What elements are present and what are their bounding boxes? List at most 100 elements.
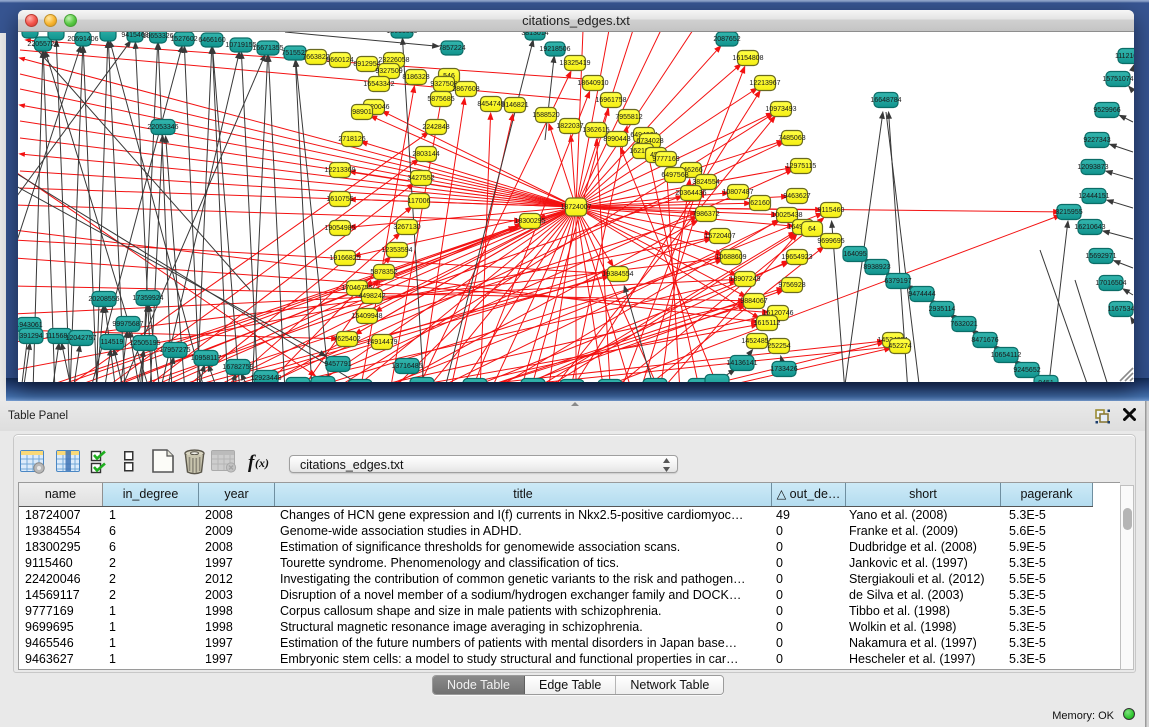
svg-text:17359924: 17359924 xyxy=(132,295,163,302)
svg-text:13325419: 13325419 xyxy=(559,60,590,67)
svg-text:19054985: 19054985 xyxy=(324,225,355,232)
svg-text:20208556: 20208556 xyxy=(88,296,119,303)
svg-text:(x): (x) xyxy=(255,456,269,470)
svg-text:9146821: 9146821 xyxy=(501,102,528,109)
svg-text:1362615: 1362615 xyxy=(582,127,609,134)
svg-text:1527602: 1527602 xyxy=(170,36,197,43)
svg-text:15720407: 15720407 xyxy=(704,233,735,240)
svg-text:19218506: 19218506 xyxy=(539,46,570,53)
svg-text:16782759: 16782759 xyxy=(222,364,253,371)
svg-text:7625402: 7625402 xyxy=(333,336,360,343)
svg-text:10807487: 10807487 xyxy=(722,189,753,196)
svg-text:9660124: 9660124 xyxy=(326,57,353,64)
svg-text:16154808: 16154808 xyxy=(732,55,763,62)
svg-text:6466160: 6466160 xyxy=(198,37,225,44)
svg-text:9529966: 9529966 xyxy=(1093,107,1120,114)
svg-text:7955812: 7955812 xyxy=(615,114,642,121)
svg-text:114519: 114519 xyxy=(101,339,124,346)
svg-text:18724007: 18724007 xyxy=(560,204,591,211)
svg-text:7632021: 7632021 xyxy=(950,321,977,328)
svg-text:9756928: 9756928 xyxy=(778,282,805,289)
svg-text:14914479: 14914479 xyxy=(366,339,397,346)
svg-text:16671355: 16671355 xyxy=(252,45,283,52)
svg-text:22053346: 22053346 xyxy=(147,124,178,131)
svg-text:9115460: 9115460 xyxy=(818,207,845,214)
svg-text:4498242: 4498242 xyxy=(358,293,385,300)
svg-text:8186328: 8186328 xyxy=(402,74,429,81)
svg-text:18640910: 18640910 xyxy=(577,80,608,87)
svg-text:18300295: 18300295 xyxy=(514,218,545,225)
svg-text:11121074: 11121074 xyxy=(1115,53,1134,60)
svg-text:7485063: 7485063 xyxy=(778,135,805,142)
svg-text:16961758: 16961758 xyxy=(595,97,626,104)
svg-text:10653326: 10653326 xyxy=(142,33,173,40)
svg-text:64: 64 xyxy=(808,226,816,233)
svg-text:2242848: 2242848 xyxy=(422,124,449,131)
svg-text:1822037: 1822037 xyxy=(556,123,583,130)
svg-text:17957275: 17957275 xyxy=(159,347,190,354)
svg-text:452274: 452274 xyxy=(888,343,911,350)
svg-text:5875685: 5875685 xyxy=(427,96,454,103)
svg-text:16648784: 16648784 xyxy=(870,97,901,104)
svg-text:5878352: 5878352 xyxy=(370,269,397,276)
svg-text:9777169: 9777169 xyxy=(652,156,679,163)
svg-text:12042757: 12042757 xyxy=(65,335,96,342)
svg-text:2935114: 2935114 xyxy=(929,306,956,313)
svg-text:98901: 98901 xyxy=(352,109,372,116)
svg-text:3813014: 3813014 xyxy=(521,32,548,37)
svg-text:19384554: 19384554 xyxy=(602,271,633,278)
svg-text:10973493: 10973493 xyxy=(765,106,796,113)
svg-text:3267130: 3267130 xyxy=(393,224,420,231)
svg-text:10688609: 10688609 xyxy=(715,254,746,261)
svg-text:8990443: 8990443 xyxy=(603,136,630,143)
svg-text:1588520: 1588520 xyxy=(532,112,559,119)
svg-text:16033809: 16033809 xyxy=(386,32,417,35)
svg-text:9327509: 9327509 xyxy=(375,68,402,75)
svg-text:19654923: 19654923 xyxy=(781,254,812,261)
svg-text:1615112: 1615112 xyxy=(754,320,781,327)
svg-text:2087652: 2087652 xyxy=(713,36,740,43)
svg-text:6497568: 6497568 xyxy=(661,172,688,179)
svg-text:9245652: 9245652 xyxy=(1013,367,1040,374)
svg-text:9457791: 9457791 xyxy=(324,361,351,368)
svg-text:3427552: 3427552 xyxy=(407,175,434,182)
svg-text:1610755: 1610755 xyxy=(326,196,353,203)
svg-text:99975687: 99975687 xyxy=(112,321,143,328)
svg-text:15692971: 15692971 xyxy=(1085,253,1116,260)
svg-text:3215955: 3215955 xyxy=(1055,209,1082,216)
svg-text:2867608: 2867608 xyxy=(452,86,479,93)
svg-text:9699695: 9699695 xyxy=(817,238,844,245)
svg-text:12353594: 12353594 xyxy=(381,247,412,254)
svg-text:15751074: 15751074 xyxy=(1102,76,1133,83)
svg-text:1733426: 1733426 xyxy=(770,366,797,373)
svg-text:13716485: 13716485 xyxy=(391,363,422,370)
svg-text:8912954: 8912954 xyxy=(353,61,380,68)
svg-text:19166825: 19166825 xyxy=(329,255,360,262)
svg-text:6379197: 6379197 xyxy=(884,278,911,285)
svg-text:62160: 62160 xyxy=(750,200,770,207)
svg-text:9463627: 9463627 xyxy=(783,193,810,200)
svg-text:16543342: 16543342 xyxy=(363,81,394,88)
svg-text:12505195: 12505195 xyxy=(129,340,160,347)
svg-text:14136141: 14136141 xyxy=(726,360,757,367)
svg-text:164095: 164095 xyxy=(843,251,866,258)
svg-text:12975115: 12975115 xyxy=(786,163,817,170)
svg-text:7986372: 7986372 xyxy=(692,211,719,218)
svg-text:12923448: 12923448 xyxy=(250,375,281,382)
svg-text:252254: 252254 xyxy=(767,343,790,350)
svg-text:10958117: 10958117 xyxy=(191,355,222,362)
svg-text:18907249: 18907249 xyxy=(729,276,760,283)
svg-text:391294: 391294 xyxy=(19,333,42,340)
svg-text:10654112: 10654112 xyxy=(991,352,1022,359)
svg-text:9451: 9451 xyxy=(1038,380,1054,382)
svg-text:22055724: 22055724 xyxy=(27,41,58,48)
svg-text:12444151: 12444151 xyxy=(1078,193,1109,200)
svg-text:12213967: 12213967 xyxy=(749,80,780,87)
svg-text:7857224: 7857224 xyxy=(438,45,465,52)
svg-text:117006: 117006 xyxy=(408,198,431,205)
svg-text:9227343: 9227343 xyxy=(1083,137,1110,144)
svg-text:16210643: 16210643 xyxy=(1074,224,1105,231)
svg-text:10025438: 10025438 xyxy=(771,212,802,219)
svg-text:2718126: 2718126 xyxy=(338,136,365,143)
svg-text:15409948: 15409948 xyxy=(351,313,382,320)
